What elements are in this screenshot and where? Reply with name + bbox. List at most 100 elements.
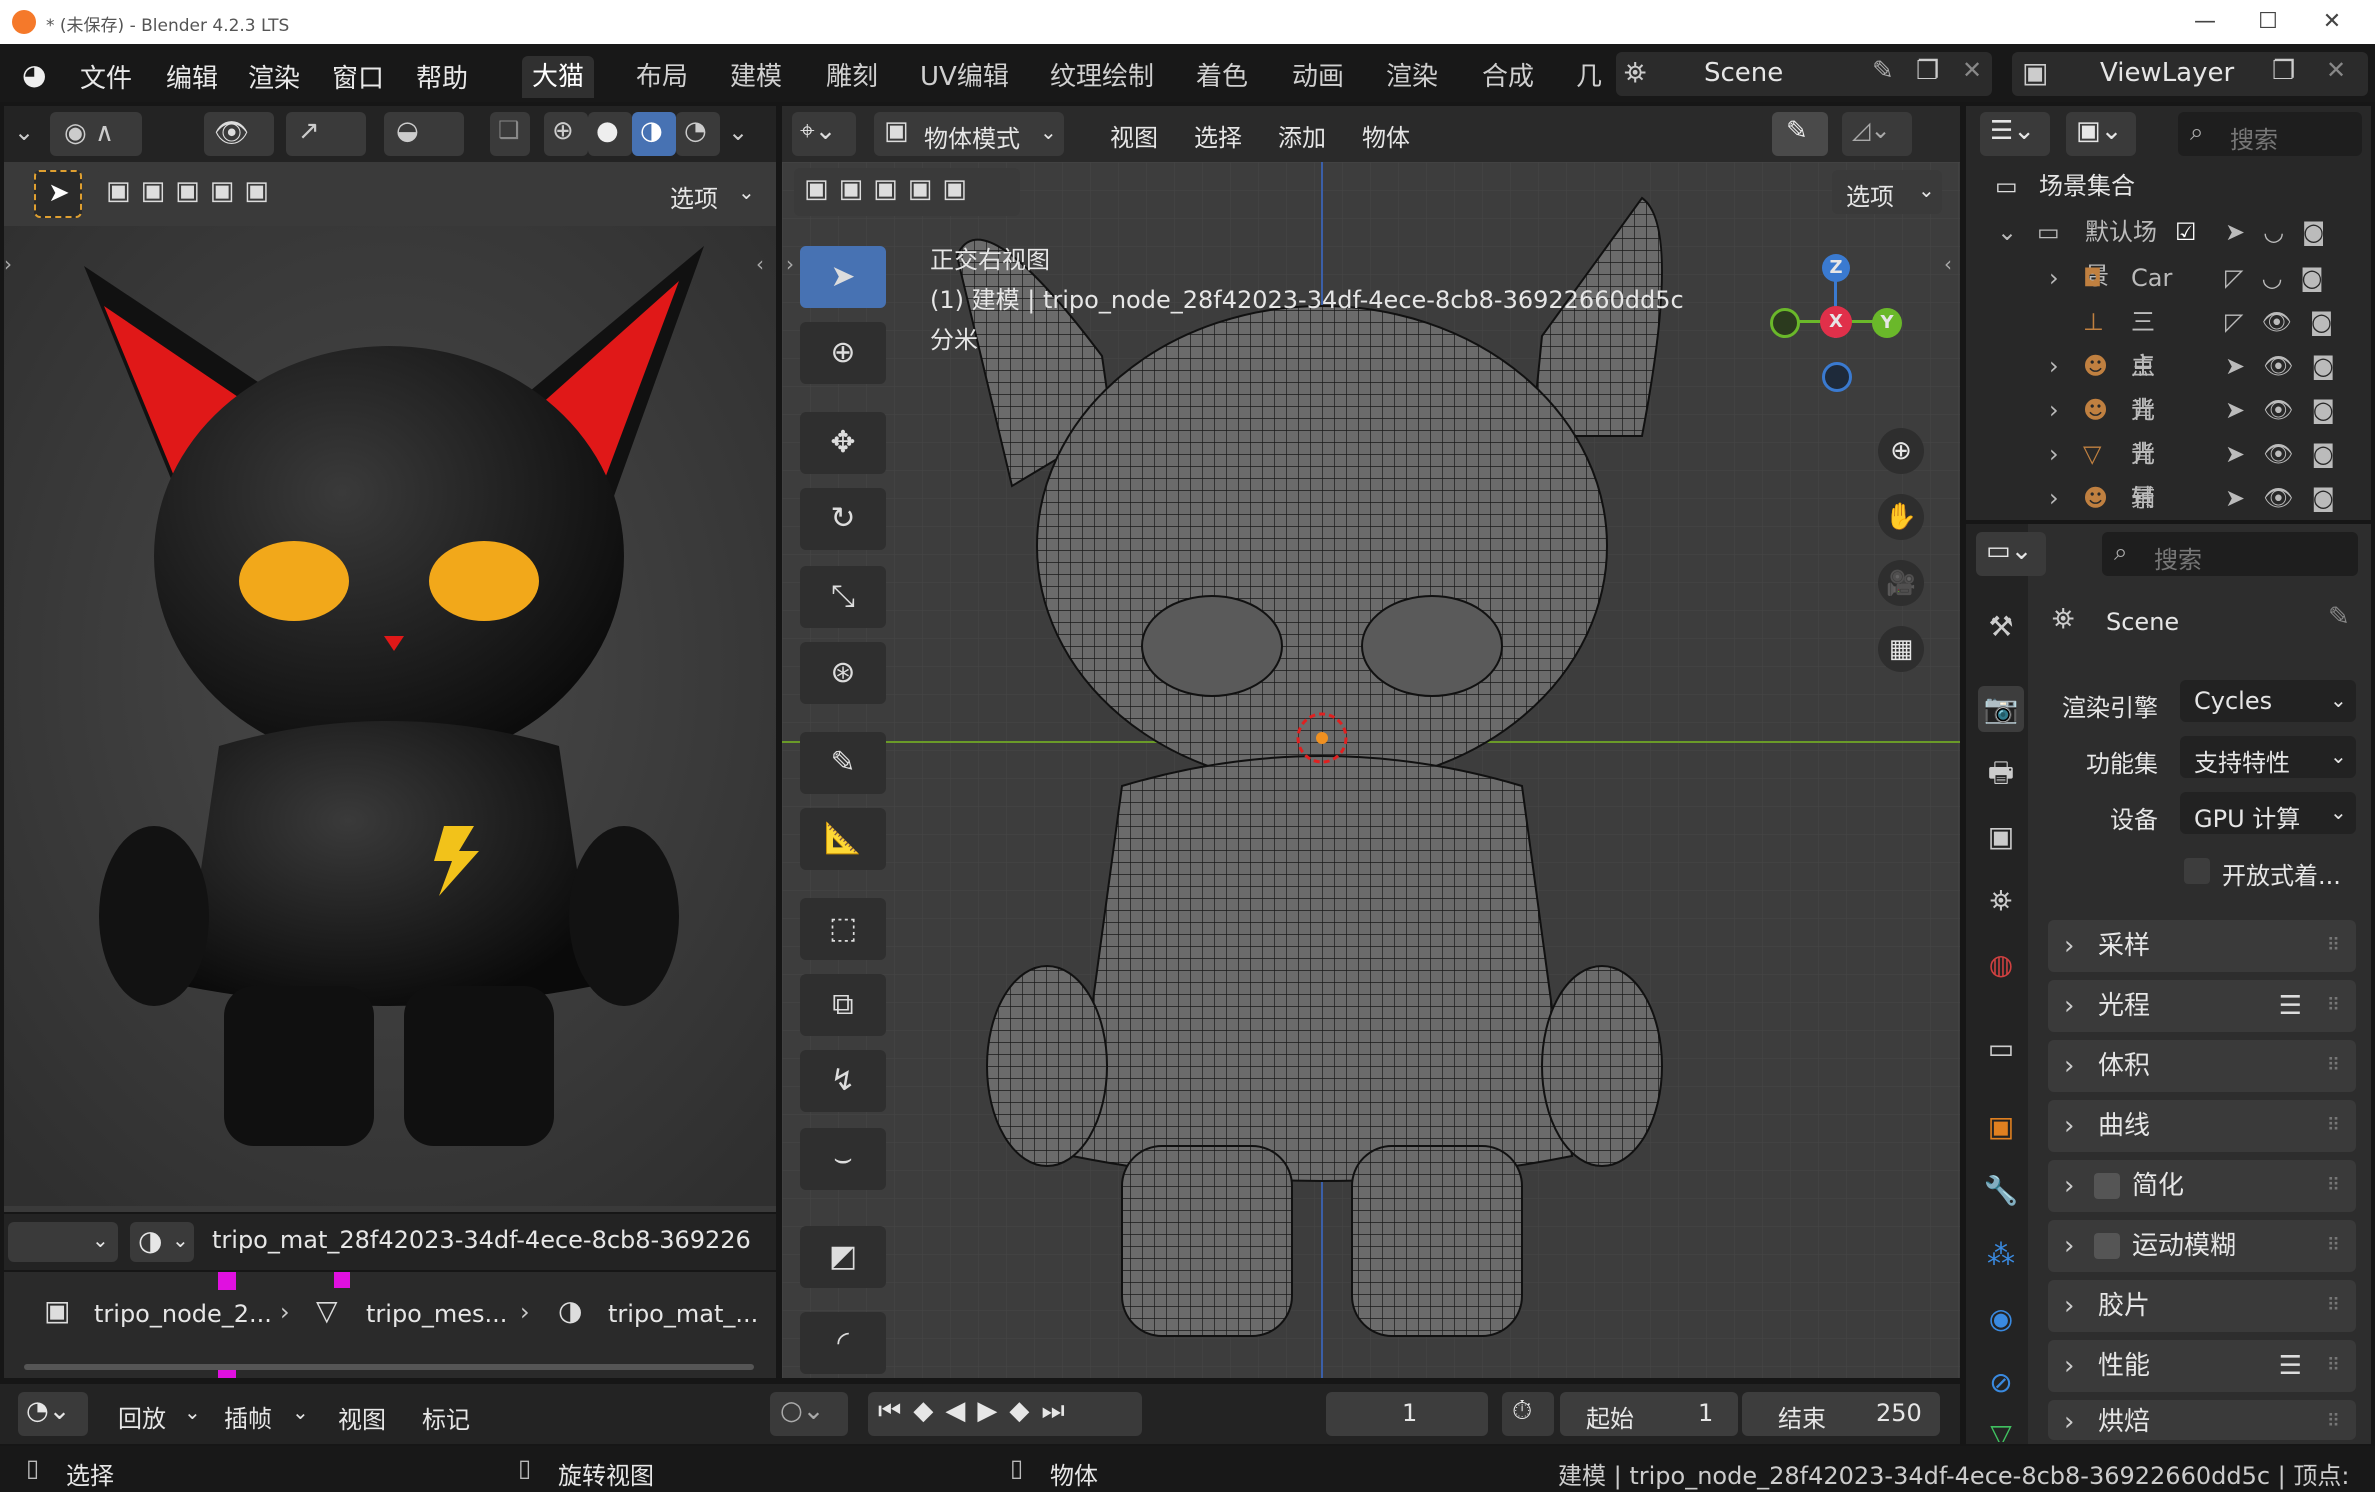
tool-cursor[interactable]: ⊕ xyxy=(800,322,886,384)
tab-workspace-6[interactable]: 着色 xyxy=(1186,56,1258,98)
gizmo-neg-y[interactable] xyxy=(1770,308,1800,338)
outliner-row-fill[interactable]: ›☻辅光➤👁◙ xyxy=(1975,476,2360,514)
panel-volumes[interactable]: › 体积 ⠿ xyxy=(2048,1040,2356,1092)
material-browse[interactable]: ◑ ⌄ xyxy=(130,1222,194,1262)
motion-blur-checkbox[interactable] xyxy=(2094,1233,2120,1259)
left-expand-icon[interactable]: ‹ xyxy=(756,252,764,276)
tool-tab-icon[interactable]: ⚒ xyxy=(1978,604,2024,650)
playback-controls[interactable]: ⏮◆◀▶◆⏭ xyxy=(868,1392,1142,1436)
tab-workspace-9[interactable]: 合成 xyxy=(1472,56,1544,98)
properties-editor-type[interactable]: ▭⌄ xyxy=(1976,532,2046,576)
mode-dropdown[interactable]: ▣ 物体模式 ⌄ xyxy=(874,112,1064,156)
menu-help[interactable]: 帮助 xyxy=(416,58,468,95)
outliner-row-car[interactable]: › ◘ Car ◸◡◙ xyxy=(1975,256,2360,300)
menu-edit[interactable]: 编辑 xyxy=(166,58,218,95)
tool-shear[interactable]: ◩ xyxy=(800,1226,886,1288)
tab-workspace-10[interactable]: 几 xyxy=(1566,56,1612,98)
outliner-row-3pt[interactable]: ⊥ 三点 ◸👁◙ xyxy=(1975,300,2360,380)
select-mode-buttons[interactable]: ▣▣▣▣▣ xyxy=(96,170,322,218)
constraints-tab-icon[interactable]: ⊘ xyxy=(1978,1360,2024,1406)
material-name[interactable]: tripo_mat_28f42023-34df-4ece-8cb8-369226 xyxy=(212,1226,751,1254)
navigation-gizmo[interactable]: Z X Y xyxy=(1762,238,1912,398)
panel-simplify[interactable]: › 简化 ⠿ xyxy=(2048,1160,2356,1212)
menu-add[interactable]: 添加 xyxy=(1278,118,1326,153)
keying-menu[interactable]: 插帧 ⌄ xyxy=(212,1392,316,1436)
tool-add-cube[interactable]: ⬚ xyxy=(800,898,886,960)
shading-rendered[interactable]: ◔ xyxy=(676,112,720,156)
menu-file[interactable]: 文件 xyxy=(80,58,132,95)
close-button[interactable]: ✕ xyxy=(2302,6,2362,38)
osl-checkbox[interactable] xyxy=(2184,858,2210,884)
outliner-search[interactable]: ⌕ 搜索 xyxy=(2178,112,2362,156)
tool-move[interactable]: ✥ xyxy=(800,412,886,474)
menu-view[interactable]: 视图 xyxy=(1110,118,1158,153)
gizmo-neg-z[interactable] xyxy=(1822,362,1852,392)
timeline-view-menu[interactable]: 视图 xyxy=(338,1400,386,1435)
delete-view-layer-icon[interactable]: ✕ xyxy=(2326,56,2346,84)
panel-film[interactable]: › 胶片 ⠿ xyxy=(2048,1280,2356,1332)
main-select-mode-buttons[interactable]: ▣▣▣▣▣ xyxy=(794,168,1020,216)
tool-scale[interactable]: ⤡ xyxy=(800,566,886,628)
main-options-dropdown[interactable]: 选项 ⌄ xyxy=(1832,170,1942,214)
snap-toggle[interactable]: ◉ ∧ xyxy=(50,112,142,156)
tool-extrude[interactable]: ⧉ xyxy=(800,974,886,1036)
tool-measure[interactable]: 📐 xyxy=(800,808,886,870)
panel-performance[interactable]: › 性能 ☰ ⠿ xyxy=(2048,1340,2356,1392)
tool-curve[interactable]: ◜ xyxy=(800,1312,886,1374)
scene-name[interactable]: Scene xyxy=(1704,58,1783,88)
tool-select-box[interactable]: ➤ xyxy=(800,246,886,308)
tab-workspace-2[interactable]: 建模 xyxy=(720,56,792,98)
camera-view-icon[interactable]: 🎥 xyxy=(1878,560,1924,606)
pin-icon[interactable]: ✎ xyxy=(1872,56,1894,86)
select-tool-button[interactable]: ➤ xyxy=(34,170,82,218)
ortho-grid-icon[interactable]: ▦ xyxy=(1878,626,1924,672)
tab-workspace-5[interactable]: 纹理绘制 xyxy=(1040,56,1164,98)
breadcrumb-node[interactable]: tripo_node_2... xyxy=(94,1300,272,1328)
scene-tab-icon[interactable]: ⛯ xyxy=(1978,878,2024,924)
menu-object[interactable]: 物体 xyxy=(1362,118,1410,153)
panel-sampling[interactable]: › 采样 ⠿ xyxy=(2048,920,2356,972)
menu-render[interactable]: 渲染 xyxy=(248,58,300,95)
material-slot-dropdown[interactable]: ⌄ xyxy=(8,1222,118,1262)
new-scene-icon[interactable]: ❐ xyxy=(1916,56,1939,86)
tab-workspace-1[interactable]: 布局 xyxy=(626,56,698,98)
modifier-tab-icon[interactable]: 🔧 xyxy=(1978,1168,2024,1214)
outliner-row-key[interactable]: › ☻ 主光 ➤👁◙ xyxy=(1975,344,2360,424)
tool-rotate[interactable]: ↻ xyxy=(800,488,886,550)
blender-menu-icon[interactable]: ◕ xyxy=(22,58,56,91)
delete-scene-icon[interactable]: ✕ xyxy=(1962,56,1982,84)
view-layer-name[interactable]: ViewLayer xyxy=(2100,58,2234,88)
presets-icon[interactable]: ☰ xyxy=(2279,980,2302,1032)
properties-pin-icon[interactable]: ✎ xyxy=(2328,602,2350,632)
node-editor[interactable]: ▣ tripo_node_2... › ▽ tripo_mes... › ◑ t… xyxy=(4,1272,776,1378)
gizmo-y[interactable]: Y xyxy=(1872,308,1902,338)
left-options-dropdown[interactable]: 选项 ⌄ xyxy=(656,172,760,216)
tab-workspace-0[interactable]: 大猫 xyxy=(522,56,595,98)
maximize-button[interactable]: ☐ xyxy=(2238,6,2298,38)
outliner-row-bg[interactable]: › ▽ 背景 ➤👁◙ xyxy=(1975,432,2360,512)
render-tab-icon[interactable]: 📷 xyxy=(1978,686,2024,732)
device-dropdown[interactable]: GPU 计算 ⌄ xyxy=(2180,792,2356,834)
simplify-checkbox[interactable] xyxy=(2094,1173,2120,1199)
timeline-marker-menu[interactable]: 标记 xyxy=(422,1400,470,1435)
tool-transform[interactable]: ⊛ xyxy=(800,642,886,704)
main-left-collapse-icon[interactable]: › xyxy=(786,252,794,276)
editor-type-3d[interactable]: ⌖⌄ xyxy=(792,112,856,156)
playback-menu[interactable]: 回放 ⌄ xyxy=(104,1392,206,1436)
render-engine-dropdown[interactable]: Cycles ⌄ xyxy=(2180,680,2356,722)
presets-icon[interactable]: ☰ xyxy=(2279,1340,2302,1392)
left-collapse-icon[interactable]: › xyxy=(4,252,12,276)
gizmo-z[interactable]: Z xyxy=(1822,254,1850,282)
viewport-extra-dropdown[interactable]: ◿⌄ xyxy=(1842,112,1912,156)
main-right-collapse-icon[interactable]: ‹ xyxy=(1944,252,1952,276)
output-tab-icon[interactable]: 🖶 xyxy=(1978,750,2024,796)
editor-type-icon[interactable]: ⌄ xyxy=(14,118,34,146)
tool-annotate[interactable]: ✎ xyxy=(800,732,886,794)
scene-selector[interactable]: ⛯ Scene ✎ ❐ ✕ xyxy=(1616,52,1992,96)
gizmo-toggle[interactable]: ↗ xyxy=(286,112,366,156)
world-tab-icon[interactable]: ◍ xyxy=(1978,942,2024,988)
render-viewport[interactable]: ⌄ ◉ ∧ 👁 ↗ ◒ ❑ ⊕ ● ◑ ◔ ⌄ ➤ ▣▣▣▣▣ 选项 ⌄ › ‹ xyxy=(4,106,776,1212)
tab-workspace-7[interactable]: 动画 xyxy=(1282,56,1354,98)
panel-bake[interactable]: › 烘焙 ⠿ xyxy=(2048,1400,2356,1440)
panel-motion-blur[interactable]: › 运动模糊 ⠿ xyxy=(2048,1220,2356,1272)
